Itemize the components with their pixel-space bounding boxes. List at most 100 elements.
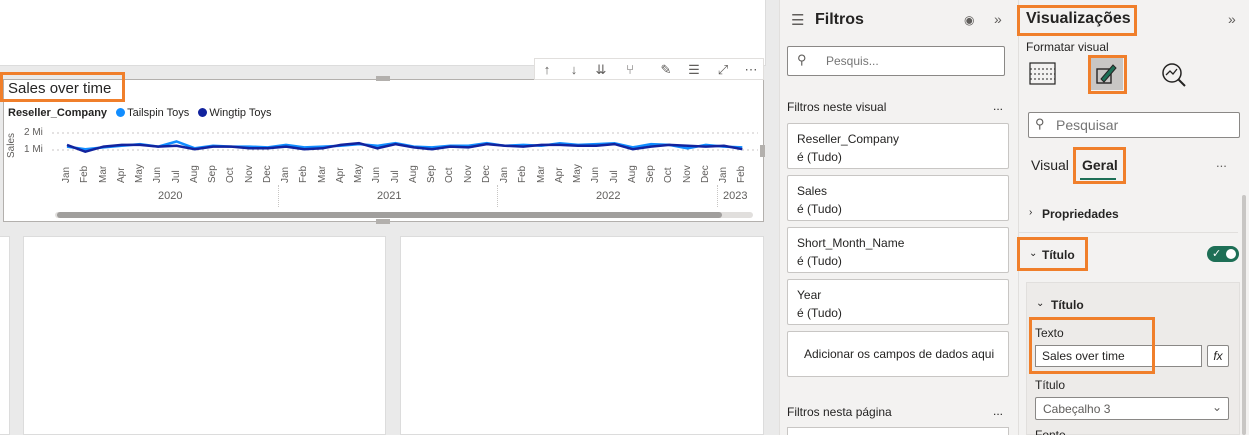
filter-lines-icon: ☰ [791,12,805,29]
chevron-down-icon: ⌄ [1036,298,1045,309]
year-divider [497,185,498,207]
x-tick-label: Jan [718,166,729,183]
x-tick-label: Mar [97,165,109,183]
viz-search-input[interactable] [1050,115,1235,135]
filters-page-section: Filtros nesta página [787,405,892,419]
x-tick-label: Feb [298,165,310,183]
x-tick-label: Sep [645,165,656,183]
x-tick-label: Dec [261,165,273,183]
build-visual-icon[interactable] [1029,62,1057,86]
format-visual-label: Formatar visual [1026,40,1109,54]
x-tick-label: Jan [499,166,510,183]
check-icon: ✓ [1212,248,1222,260]
filters-page-more-icon[interactable]: ... [993,404,1003,418]
x-tick-label: May [134,164,145,183]
fx-button[interactable]: fx [1207,345,1229,367]
filter-field-value: é (Tudo) [797,202,842,216]
filter-card-year[interactable]: Year é (Tudo) [787,279,1009,325]
year-label-2021: 2021 [377,190,402,202]
x-tick-label: Sep [426,165,437,183]
x-tick-label: Feb [736,165,748,183]
filter-card-sales[interactable]: Sales é (Tudo) [787,175,1009,221]
year-label-2020: 2020 [158,190,183,202]
title-text-input[interactable] [1035,345,1202,367]
x-tick-label: Jul [170,170,182,183]
filter-field-name: Short_Month_Name [797,236,905,250]
filter-card-short-month-name[interactable]: Short_Month_Name é (Tudo) [787,227,1009,273]
tab-visual[interactable]: Visual [1031,157,1069,173]
x-tick-label: Jun [371,166,383,183]
x-tick-label: Dec [699,165,711,183]
x-tick-label: Jul [608,170,620,183]
title-section[interactable]: Título [1042,248,1075,262]
filters-visual-section: Filtros neste visual [787,100,887,114]
filters-title: Filtros [815,11,864,28]
chevron-down-icon: ⌄ [1212,400,1223,414]
filter-field-value: é (Tudo) [797,254,842,268]
eye-icon[interactable]: ◉ [964,13,974,27]
text-label: Texto [1035,326,1064,340]
x-tick-label: Mar [535,165,547,183]
filter-field-name: Sales [797,184,828,198]
filters-visual-more-icon[interactable]: ... [993,99,1003,113]
filter-field-value: é (Tudo) [797,306,842,320]
x-tick-label: Nov [243,165,255,183]
font-label: Fonte [1035,428,1066,435]
title-subsection-header[interactable]: Título [1051,298,1084,312]
x-tick-label: Apr [334,167,346,183]
viz-pane-scrollbar[interactable] [1242,195,1246,435]
x-tick-label: Jan [61,166,72,183]
x-tick-label: Nov [462,165,474,183]
year-divider [278,185,279,207]
chevron-down-icon: ⌄ [1029,248,1038,259]
left-visual-card[interactable] [0,236,10,435]
x-tick-label: Feb [517,165,529,183]
visualizations-title: Visualizações [1026,10,1131,27]
x-tick-label: Aug [407,165,419,183]
x-tick-label: Jan [280,166,291,183]
x-tick-label: Apr [553,167,565,183]
x-tick-label: Apr [115,167,127,183]
horizontal-scrollbar-thumb[interactable] [57,212,722,218]
search-icon: ⚲ [1035,116,1045,131]
filter-drop-zone[interactable]: Adicionar os campos de dados aqui [787,331,1009,377]
filter-field-value: é (Tudo) [797,150,842,164]
heading-label: Título [1035,378,1066,392]
heading-select-value: Cabeçalho 3 [1043,402,1111,416]
filter-field-name: Reseller_Company [797,132,900,146]
x-tick-label: Feb [79,165,91,183]
right-visual-card[interactable] [400,236,764,435]
middle-visual-card[interactable] [23,236,386,435]
collapse-filters-icon[interactable]: » [994,11,1002,27]
divider [1019,232,1238,233]
properties-section[interactable]: Propriedades [1042,207,1119,221]
tab-geral-underline [1080,178,1116,180]
year-label-2022: 2022 [596,190,621,202]
x-tick-label: Nov [681,165,693,183]
chevron-right-icon: › [1029,207,1033,218]
filter-card-reseller-company[interactable]: Reseller_Company é (Tudo) [787,123,1009,169]
filter-card-page[interactable] [787,427,1009,435]
filters-search-input[interactable] [820,50,1000,72]
format-brush-icon [1096,64,1117,84]
tab-geral[interactable]: Geral [1082,157,1118,173]
x-tick-label: Aug [626,165,638,183]
collapse-viz-icon[interactable]: » [1228,11,1236,27]
x-tick-label: Sep [207,165,218,183]
x-tick-label: Mar [316,165,328,183]
x-tick-label: Aug [188,165,200,183]
x-tick-label: Oct [225,167,237,183]
x-tick-label: Jun [590,166,602,183]
analytics-icon[interactable] [1160,61,1188,87]
x-tick-label: Jun [152,166,164,183]
x-tick-label: Dec [480,165,492,183]
year-divider [717,185,718,207]
year-label-2023: 2023 [723,190,748,202]
x-tick-label: May [572,164,583,183]
x-tick-label: Oct [444,167,456,183]
x-tick-label: May [353,164,364,183]
x-tick-label: Jul [389,170,401,183]
viz-more-icon[interactable]: ... [1216,155,1227,170]
search-icon: ⚲ [797,52,807,67]
x-tick-label: Oct [663,167,675,183]
